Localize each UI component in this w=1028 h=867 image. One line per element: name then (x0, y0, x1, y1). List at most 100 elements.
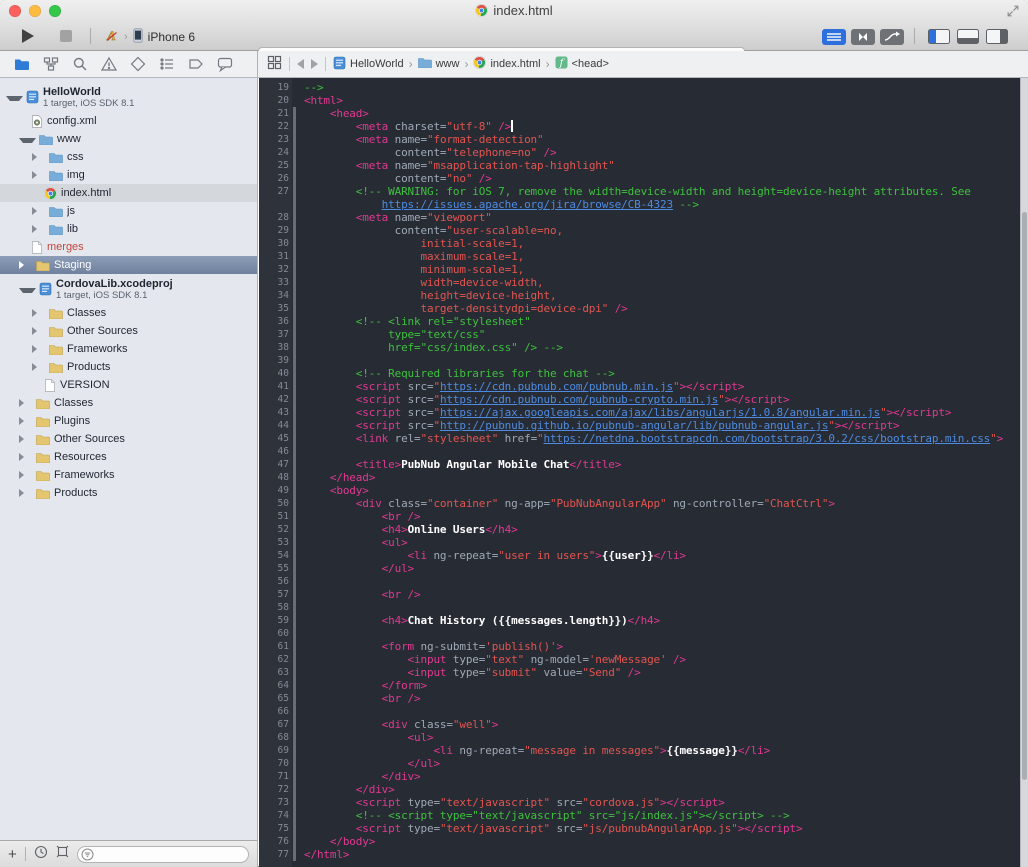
sidebar-item-frameworks[interactable]: Frameworks (0, 340, 257, 358)
forward-button[interactable] (311, 59, 318, 69)
run-button[interactable] (22, 29, 34, 43)
code-line-26[interactable]: 26 content="no" /> (259, 172, 1021, 185)
code-line-54[interactable]: 54 <li ng-repeat="user in users">{{user}… (259, 549, 1021, 562)
code-line-40[interactable]: 40 <!-- Required libraries for the chat … (259, 367, 1021, 380)
code-line-27[interactable]: 27 <!-- WARNING: for iOS 7, remove the w… (259, 185, 1021, 198)
line-number[interactable]: 42 (259, 393, 293, 406)
code-line-32[interactable]: 32 minimum-scale=1, (259, 263, 1021, 276)
disclosure-closed-icon[interactable] (19, 471, 33, 479)
code-area[interactable]: 19 --> 20 <html> 21 <head> 22 <meta charset="… (259, 78, 1021, 867)
code-line-72[interactable]: 72 </div> (259, 783, 1021, 796)
sidebar-item-helloworld[interactable]: HelloWorld 1 target, iOS SDK 8.1 (0, 82, 257, 112)
disclosure-closed-icon[interactable] (32, 309, 46, 317)
line-number[interactable]: 67 (259, 718, 293, 731)
code-line-30[interactable]: 30 initial-scale=1, (259, 237, 1021, 250)
line-number[interactable]: 37 (259, 328, 293, 341)
disclosure-closed-icon[interactable] (32, 153, 46, 161)
code-line-77[interactable]: 77 </html> (259, 848, 1021, 861)
toggle-navigator-button[interactable] (928, 29, 950, 44)
standard-editor-button[interactable] (822, 29, 846, 45)
breadcrumb-item-helloworld[interactable]: HelloWorld (333, 56, 404, 73)
code-line-19[interactable]: 19 --> (259, 81, 1021, 94)
line-number[interactable]: 52 (259, 523, 293, 536)
line-number[interactable]: 43 (259, 406, 293, 419)
code-line-74[interactable]: 74 <!-- <script type="text/javascript" s… (259, 809, 1021, 822)
sidebar-item-css[interactable]: css (0, 148, 257, 166)
assistant-editor-button[interactable] (851, 29, 875, 45)
breakpoint-navigator-icon[interactable] (188, 56, 204, 72)
code-line-24[interactable]: 24 content="telephone=no" /> (259, 146, 1021, 159)
line-number[interactable]: 69 (259, 744, 293, 757)
breadcrumb-item-www[interactable]: www (417, 57, 459, 71)
line-number[interactable]: 29 (259, 224, 293, 237)
code-line-64[interactable]: 64 </form> (259, 679, 1021, 692)
add-item-button[interactable]: + (8, 847, 17, 862)
disclosure-closed-icon[interactable] (19, 489, 33, 497)
sidebar-item-www[interactable]: www (0, 130, 257, 148)
sidebar-item-img[interactable]: img (0, 166, 257, 184)
sidebar-item-resources[interactable]: Resources (0, 448, 257, 466)
code-line-36[interactable]: 36 <!-- <link rel="stylesheet" (259, 315, 1021, 328)
disclosure-open-icon[interactable] (19, 287, 36, 293)
code-line-43[interactable]: 43 <script src="https://ajax.googleapis.… (259, 406, 1021, 419)
line-number[interactable]: 46 (259, 445, 293, 458)
sidebar-item-other-sources[interactable]: Other Sources (0, 322, 257, 340)
code-line-63[interactable]: 63 <input type="submit" value="Send" /> (259, 666, 1021, 679)
code-line-53[interactable]: 53 <ul> (259, 536, 1021, 549)
code-line-61[interactable]: 61 <form ng-submit='publish()'> (259, 640, 1021, 653)
line-number[interactable]: 22 (259, 120, 293, 133)
code-line-71[interactable]: 71 </div> (259, 770, 1021, 783)
line-number[interactable]: 64 (259, 679, 293, 692)
line-number[interactable]: 35 (259, 302, 293, 315)
issue-navigator-icon[interactable] (101, 56, 117, 72)
code-line-33[interactable]: 33 width=device-width, (259, 276, 1021, 289)
line-number[interactable]: 23 (259, 133, 293, 146)
code-line-67[interactable]: 67 <div class="well"> (259, 718, 1021, 731)
editor-scrollbar[interactable] (1020, 78, 1028, 867)
sidebar-item-lib[interactable]: lib (0, 220, 257, 238)
code-line-62[interactable]: 62 <input type="text" ng-model='newMessa… (259, 653, 1021, 666)
breadcrumb-item-head[interactable]: f <head> (555, 56, 609, 72)
line-number[interactable]: 55 (259, 562, 293, 575)
sidebar-item-cordovalib-xcodeproj[interactable]: CordovaLib.xcodeproj 1 target, iOS SDK 8.… (0, 274, 257, 304)
line-number[interactable]: 32 (259, 263, 293, 276)
report-navigator-icon[interactable] (217, 56, 233, 72)
code-line-22[interactable]: 22 <meta charset="utf-8" /> (259, 120, 1021, 133)
line-number[interactable]: 56 (259, 575, 293, 588)
line-number[interactable]: 27 (259, 185, 293, 198)
line-number[interactable]: 48 (259, 471, 293, 484)
line-number[interactable]: 68 (259, 731, 293, 744)
line-number[interactable]: 26 (259, 172, 293, 185)
code-line-70[interactable]: 70 </ul> (259, 757, 1021, 770)
symbol-navigator-icon[interactable] (43, 56, 59, 72)
line-number[interactable]: 75 (259, 822, 293, 835)
sidebar-item-products[interactable]: Products (0, 484, 257, 502)
code-line-41[interactable]: 41 <script src="https://cdn.pubnub.com/p… (259, 380, 1021, 393)
disclosure-closed-icon[interactable] (32, 207, 46, 215)
version-editor-button[interactable] (880, 29, 904, 45)
code-line-21[interactable]: 21 <head> (259, 107, 1021, 120)
line-number[interactable]: 74 (259, 809, 293, 822)
debug-navigator-icon[interactable] (159, 56, 175, 72)
code-line-59[interactable]: 59 <h4>Chat History ({{messages.length}}… (259, 614, 1021, 627)
toggle-utilities-button[interactable] (986, 29, 1008, 44)
disclosure-open-icon[interactable] (19, 137, 36, 143)
code-line-28[interactable]: 28 <meta name="viewport" (259, 211, 1021, 224)
sidebar-item-staging[interactable]: Staging (0, 256, 257, 274)
code-line-51[interactable]: 51 <br /> (259, 510, 1021, 523)
disclosure-closed-icon[interactable] (19, 453, 33, 461)
code-line-76[interactable]: 76 </body> (259, 835, 1021, 848)
code-line-34[interactable]: 34 height=device-height, (259, 289, 1021, 302)
source-editor[interactable]: 19 --> 20 <html> 21 <head> 22 <meta charset="… (259, 78, 1028, 867)
line-number[interactable]: 20 (259, 94, 293, 107)
line-number[interactable]: 40 (259, 367, 293, 380)
code-line-68[interactable]: 68 <ul> (259, 731, 1021, 744)
disclosure-closed-icon[interactable] (19, 417, 33, 425)
breadcrumb-item-index-html[interactable]: index.html (473, 56, 541, 72)
line-number[interactable]: 65 (259, 692, 293, 705)
disclosure-open-icon[interactable] (6, 95, 23, 101)
line-number[interactable]: 72 (259, 783, 293, 796)
line-number[interactable]: 50 (259, 497, 293, 510)
sidebar-item-classes[interactable]: Classes (0, 304, 257, 322)
related-items-icon[interactable] (267, 55, 282, 73)
